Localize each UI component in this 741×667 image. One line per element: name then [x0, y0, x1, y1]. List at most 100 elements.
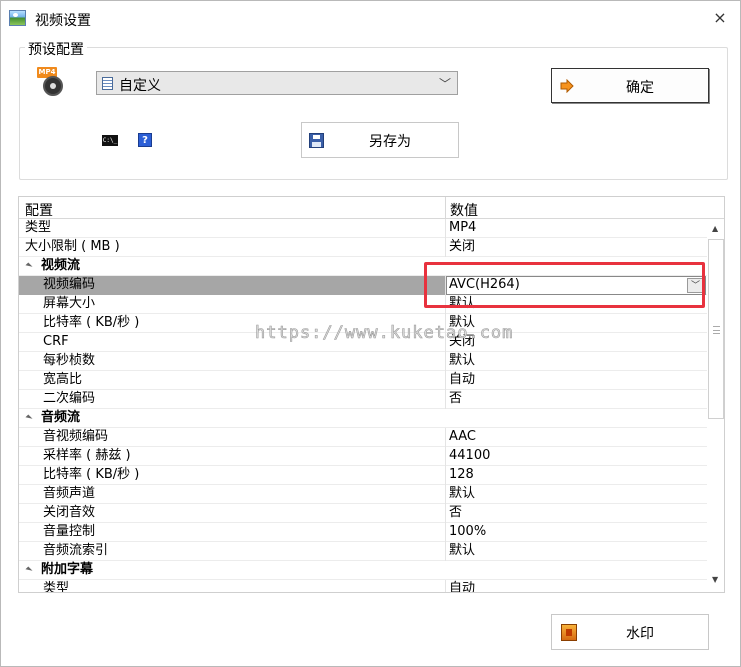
cell-divider: [445, 219, 446, 238]
cell-divider: [445, 352, 446, 371]
property-name: 音频声道: [43, 486, 96, 501]
command-line-icon[interactable]: C:\_: [102, 135, 118, 146]
cell-divider: [445, 333, 446, 352]
property-name: 视频编码: [43, 277, 96, 292]
property-name: 每秒桢数: [43, 353, 96, 368]
category-row[interactable]: 附加字幕: [19, 561, 707, 580]
property-name: 比特率 ( KB/秒 ): [43, 315, 140, 330]
category-row[interactable]: 音频流: [19, 409, 707, 428]
property-name: 音量控制: [43, 524, 96, 539]
column-header-value[interactable]: 数值: [450, 200, 478, 220]
cell-divider: [445, 504, 446, 523]
watermark-button[interactable]: 水印: [551, 614, 709, 650]
property-row[interactable]: 音量控制 100%: [19, 523, 707, 542]
ok-button-label: 确定: [626, 80, 654, 96]
property-name: 关闭音效: [43, 505, 96, 520]
property-value[interactable]: 默认: [449, 314, 475, 332]
property-row[interactable]: 关闭音效 否: [19, 504, 707, 523]
property-row[interactable]: 宽高比 自动: [19, 371, 707, 390]
close-button[interactable]: ×: [705, 6, 735, 30]
collapse-triangle-icon[interactable]: [25, 262, 33, 270]
grid-rows: 类型 MP4 大小限制 ( MB ) 关闭 视频流 视频编码 ﹀ AVC(H264) 屏幕大小默…: [19, 219, 707, 593]
watermark-button-label: 水印: [626, 626, 654, 642]
property-value[interactable]: AVC(H264): [449, 276, 520, 294]
save-as-button-label: 另存为: [369, 134, 411, 150]
property-value[interactable]: 100%: [449, 523, 486, 541]
scroll-grip-icon: [713, 326, 720, 334]
cell-divider: [445, 295, 446, 314]
property-value[interactable]: 否: [449, 504, 462, 522]
property-value[interactable]: AAC: [449, 428, 476, 446]
property-value[interactable]: 关闭: [449, 238, 475, 256]
property-row[interactable]: 音频流索引 默认: [19, 542, 707, 561]
property-name: 宽高比: [43, 372, 83, 387]
property-name: 采样率 ( 赫兹 ): [43, 448, 131, 463]
collapse-triangle-icon[interactable]: [25, 566, 33, 574]
property-row[interactable]: 类型 MP4: [19, 219, 707, 238]
window-title: 视频设置: [35, 13, 91, 29]
column-divider[interactable]: [445, 197, 446, 219]
property-row[interactable]: 每秒桢数 默认: [19, 352, 707, 371]
scroll-down-icon[interactable]: ▼: [712, 575, 718, 584]
document-icon: [102, 77, 113, 90]
save-as-button[interactable]: 另存为: [301, 122, 459, 158]
property-value[interactable]: 默认: [449, 542, 475, 560]
property-value[interactable]: 否: [449, 390, 462, 408]
chevron-down-icon[interactable]: ﹀: [687, 278, 704, 293]
property-row[interactable]: 类型 自动: [19, 580, 707, 593]
column-header-name[interactable]: 配置: [25, 200, 53, 220]
cell-divider: [445, 447, 446, 466]
category-label: 音频流: [41, 410, 81, 425]
property-value[interactable]: 默认: [449, 295, 475, 313]
property-value[interactable]: 自动: [449, 580, 475, 592]
property-name: CRF: [43, 334, 69, 349]
property-row[interactable]: 音视频编码 AAC: [19, 428, 707, 447]
cell-divider: [445, 238, 446, 257]
property-value[interactable]: MP4: [449, 219, 476, 237]
property-row[interactable]: CRF 关闭: [19, 333, 707, 352]
category-row[interactable]: 视频流: [19, 257, 707, 276]
mp4-file-icon: MP4: [37, 67, 65, 97]
category-label: 视频流: [41, 258, 81, 273]
preset-group-box: [19, 47, 728, 180]
property-name: 音频流索引: [43, 543, 109, 558]
property-row[interactable]: 音频声道 默认: [19, 485, 707, 504]
preset-select[interactable]: 自定义 ﹀: [96, 71, 458, 95]
scrollbar-thumb[interactable]: [708, 239, 724, 419]
scroll-up-icon[interactable]: ▲: [712, 224, 718, 233]
property-name: 音视频编码: [43, 429, 109, 444]
property-row[interactable]: 屏幕大小 默认: [19, 295, 707, 314]
cell-divider: [445, 580, 446, 592]
property-row[interactable]: 采样率 ( 赫兹 ) 44100: [19, 447, 707, 466]
property-value[interactable]: 默认: [449, 485, 475, 503]
preset-select-value: 自定义: [119, 78, 161, 94]
title-bar: 视频设置 ×: [1, 1, 740, 35]
film-reel-icon: [43, 76, 63, 96]
cell-divider: [445, 542, 446, 561]
help-icon[interactable]: ?: [138, 133, 152, 147]
property-name: 大小限制 ( MB ): [25, 239, 120, 254]
collapse-triangle-icon[interactable]: [25, 414, 33, 422]
property-value[interactable]: 自动: [449, 371, 475, 389]
property-value[interactable]: 44100: [449, 447, 490, 465]
chevron-down-icon: ﹀: [438, 77, 451, 91]
property-row[interactable]: 视频编码 ﹀ AVC(H264): [19, 276, 707, 295]
property-row[interactable]: 比特率 ( KB/秒 ) 128: [19, 466, 707, 485]
property-name: 类型: [25, 220, 52, 235]
vertical-scrollbar[interactable]: ▲ ▼: [708, 219, 724, 592]
cell-divider: [445, 466, 446, 485]
property-row[interactable]: 大小限制 ( MB ) 关闭: [19, 238, 707, 257]
property-name: 类型: [43, 581, 70, 593]
property-value[interactable]: 关闭: [449, 333, 475, 351]
property-row[interactable]: 二次编码 否: [19, 390, 707, 409]
video-settings-window: 视频设置 × 预设配置 MP4 自定义 ﹀ 确定 C:\_ ? 另存为 配置 数…: [0, 0, 741, 667]
ok-button[interactable]: 确定: [551, 68, 709, 103]
category-label: 附加字幕: [41, 562, 94, 577]
property-value[interactable]: 128: [449, 466, 474, 484]
property-name: 比特率 ( KB/秒 ): [43, 467, 140, 482]
property-row[interactable]: 比特率 ( KB/秒 ) 默认: [19, 314, 707, 333]
property-value[interactable]: 默认: [449, 352, 475, 370]
preset-group-label: 预设配置: [25, 39, 87, 59]
grid-header: 配置 数值: [19, 197, 724, 219]
app-icon: [9, 10, 26, 26]
